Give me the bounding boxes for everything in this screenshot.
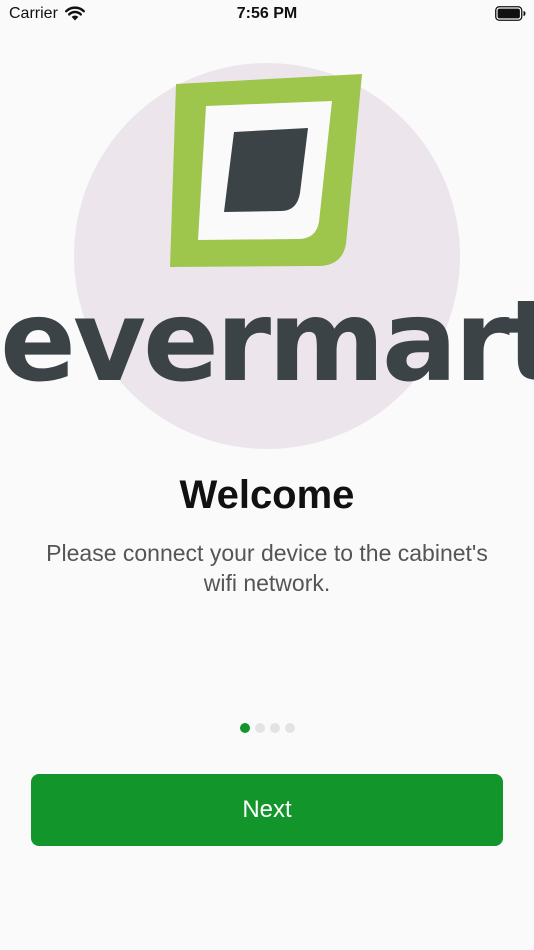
page-dot-2[interactable] bbox=[254, 723, 265, 733]
evermart-wordmark: evermart bbox=[0, 277, 534, 407]
page-dot-3[interactable] bbox=[269, 723, 280, 733]
status-bar: Carrier 7:56 PM bbox=[0, 0, 534, 28]
page-dot-1[interactable] bbox=[239, 723, 250, 733]
welcome-title: Welcome bbox=[179, 473, 355, 517]
next-button[interactable]: Next bbox=[31, 774, 503, 846]
battery-icon bbox=[495, 6, 526, 21]
page-indicator[interactable] bbox=[0, 722, 534, 734]
evermart-logo-icon bbox=[170, 74, 362, 267]
page-dot-4[interactable] bbox=[284, 723, 295, 733]
clock: 7:56 PM bbox=[236, 5, 298, 22]
welcome-message: Please connect your device to the cabine… bbox=[46, 540, 488, 596]
welcome-screen: Carrier 7:56 PM evermart Welcome Please … bbox=[0, 0, 534, 950]
